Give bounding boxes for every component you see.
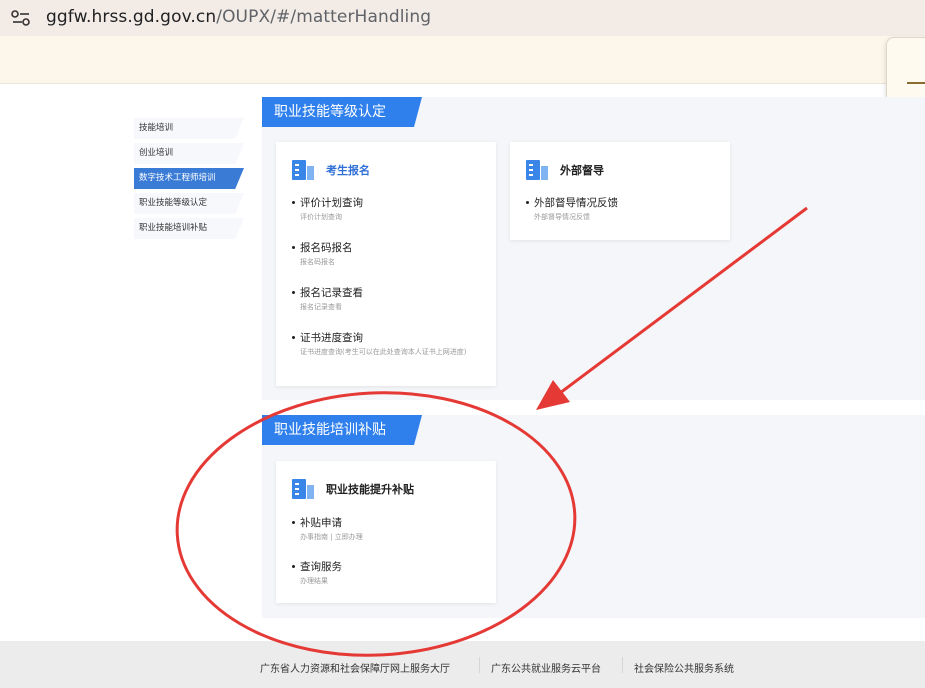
sidebar-item-skill-training[interactable]: 技能培训: [134, 118, 244, 139]
service-desc: 报名记录查看: [300, 303, 342, 311]
service-item[interactable]: 评价计划查询 评价计划查询: [292, 195, 492, 222]
sidebar-item-digital-engineer-training[interactable]: 数字技术工程师培训: [134, 168, 244, 189]
footer-link-social-insurance[interactable]: 社会保险公共服务系统: [634, 660, 734, 675]
sidebar: 技能培训 创业培训 数字技术工程师培训 职业技能等级认定 职业技能培训补贴: [134, 118, 244, 243]
building-icon: [526, 160, 548, 180]
service-name[interactable]: 外部督导情况反馈: [526, 195, 726, 210]
service-name[interactable]: 证书进度查询: [292, 330, 492, 345]
footer-divider: [479, 657, 480, 673]
footer-link-employment-cloud[interactable]: 广东公共就业服务云平台: [491, 660, 601, 675]
service-name[interactable]: 补贴申请: [292, 515, 492, 530]
sidebar-item-skill-level-certification[interactable]: 职业技能等级认定: [134, 193, 244, 214]
footer-link-hrss-portal[interactable]: 广东省人力资源和社会保障厅网上服务大厅: [260, 660, 450, 675]
section-training-subsidy: 职业技能培训补贴 职业技能提升补贴 补贴申请 办事指南 | 立即办理 查询服务 …: [262, 415, 925, 618]
card-header: 外部督导: [526, 160, 604, 180]
section-title: 职业技能等级认定: [262, 97, 422, 127]
card-external-supervision: 外部督导 外部督导情况反馈 外部督导情况反馈: [510, 142, 730, 240]
building-icon: [292, 479, 314, 499]
sidebar-item-training-subsidy[interactable]: 职业技能培训补贴: [134, 218, 244, 239]
service-item[interactable]: 外部督导情况反馈 外部督导情况反馈: [526, 195, 726, 222]
section-title: 职业技能培训补贴: [262, 415, 422, 445]
service-item[interactable]: 报名记录查看 报名记录查看: [292, 285, 492, 312]
service-desc[interactable]: 办事指南 | 立即办理: [292, 533, 477, 542]
service-desc: 评价计划查询: [300, 213, 342, 221]
service-name[interactable]: 报名码报名: [292, 240, 492, 255]
sidebar-item-entrepreneurship-training[interactable]: 创业培训: [134, 143, 244, 164]
card-header: 考生报名: [292, 160, 370, 180]
service-name[interactable]: 评价计划查询: [292, 195, 492, 210]
info-bar: [0, 36, 925, 84]
service-name[interactable]: 查询服务: [292, 559, 492, 574]
card-title: 考生报名: [326, 164, 370, 177]
service-desc: 报名码报名: [300, 258, 335, 266]
service-item[interactable]: 查询服务 办理结果: [292, 559, 492, 586]
url-host: ggfw.hrss.gd.gov.cn: [46, 7, 217, 27]
card-skill-upgrade-subsidy: 职业技能提升补贴 补贴申请 办事指南 | 立即办理 查询服务 办理结果: [276, 461, 496, 603]
url-path: /OUPX/#/matterHandling: [216, 7, 432, 27]
service-desc: 外部督导情况反馈: [534, 213, 590, 221]
service-item[interactable]: 补贴申请 办事指南 | 立即办理: [292, 515, 492, 542]
service-item[interactable]: 证书进度查询 证书进度查询(考生可以在此处查询本人证书上网进度): [292, 330, 492, 357]
service-item[interactable]: 报名码报名 报名码报名: [292, 240, 492, 267]
footer: 广东省人力资源和社会保障厅网上服务大厅 广东公共就业服务云平台 社会保险公共服务…: [0, 641, 925, 688]
card-title: 职业技能提升补贴: [326, 483, 414, 496]
card-header: 职业技能提升补贴: [292, 479, 414, 499]
url-text[interactable]: ggfw.hrss.gd.gov.cn/OUPX/#/matterHandlin…: [46, 7, 431, 27]
section-skill-level-certification: 职业技能等级认定 考生报名 评价计划查询 评价计划查询 报名码报名 报名码报名 …: [262, 97, 925, 400]
card-title: 外部督导: [560, 164, 604, 177]
address-bar[interactable]: ggfw.hrss.gd.gov.cn/OUPX/#/matterHandlin…: [0, 0, 925, 36]
service-name[interactable]: 报名记录查看: [292, 285, 492, 300]
popup-underline: [907, 82, 925, 84]
service-desc: 办理结果: [300, 577, 328, 585]
footer-divider: [622, 657, 623, 673]
service-desc: 证书进度查询(考生可以在此处查询本人证书上网进度): [300, 348, 467, 356]
building-icon: [292, 160, 314, 180]
site-settings-icon[interactable]: [10, 9, 32, 27]
card-exam-registration: 考生报名 评价计划查询 评价计划查询 报名码报名 报名码报名 报名记录查看 报名…: [276, 142, 496, 386]
